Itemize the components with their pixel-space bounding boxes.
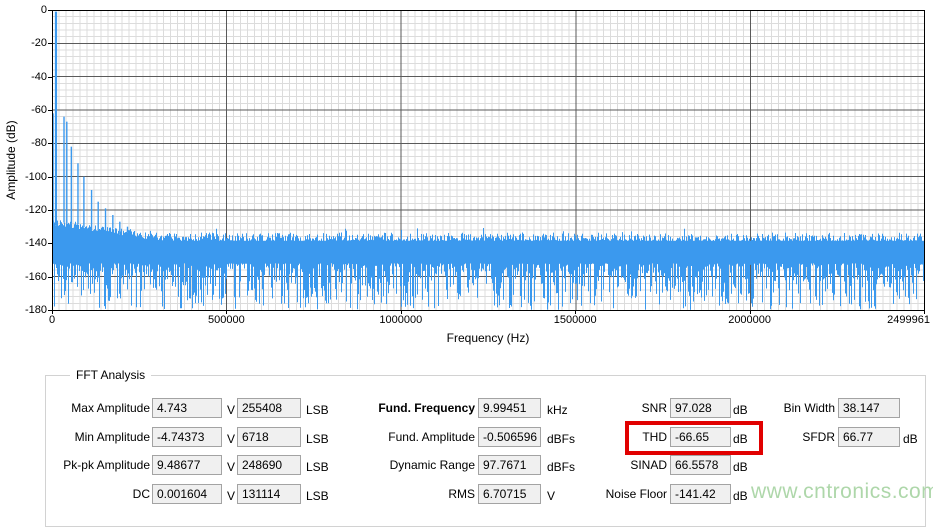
x-tick-label: 1000000 <box>379 314 422 326</box>
y-tick-label: -180 <box>0 304 47 316</box>
y-tick-mark <box>48 210 52 211</box>
y-tick-label: -40 <box>0 71 47 83</box>
rms-label: RMS <box>330 484 475 504</box>
x-tick-mark <box>575 310 576 314</box>
pk-pk-amplitude-field[interactable]: 9.48677 <box>152 455 222 475</box>
y-tick-label: -120 <box>0 204 47 216</box>
x-tick-mark <box>750 310 751 314</box>
thd-field[interactable]: -66.65 <box>670 427 731 447</box>
y-tick-label: 0 <box>0 4 47 16</box>
x-tick-label: 500000 <box>208 314 245 326</box>
x-tick-label: 2499961 <box>887 314 930 326</box>
y-tick-mark <box>48 143 52 144</box>
min-amplitude-unit: LSB <box>306 428 329 448</box>
fund-amplitude-label: Fund. Amplitude <box>330 427 475 447</box>
x-tick-mark <box>52 310 53 314</box>
max-amplitude-unit: LSB <box>306 399 329 419</box>
sinad-unit: dB <box>733 456 748 476</box>
y-tick-label: -60 <box>0 104 47 116</box>
x-tick-mark <box>226 310 227 314</box>
y-tick-mark <box>48 243 52 244</box>
max-amplitude-field[interactable]: 4.743 <box>152 398 222 418</box>
thd-label: THD <box>560 427 667 447</box>
y-tick-mark <box>48 177 52 178</box>
bin-width-label: Bin Width <box>745 398 835 418</box>
max-amplitude-unit: V <box>227 399 235 419</box>
y-tick-label: -100 <box>0 171 47 183</box>
app-window: Amplitude (dB) 0 -20 -40 -60 -80 -100 -120 -140… <box>0 0 933 507</box>
y-tick-mark <box>48 277 52 278</box>
sinad-field[interactable]: 66.5578 <box>670 455 731 475</box>
sfdr-label: SFDR <box>745 427 835 447</box>
y-axis-title: Amplitude (dB) <box>4 120 18 199</box>
min-amplitude-field[interactable]: -4.74373 <box>152 427 222 447</box>
y-tick-label: -80 <box>0 137 47 149</box>
max-amplitude-lsb-field[interactable]: 255408 <box>237 398 301 418</box>
x-tick-label: 2000000 <box>728 314 771 326</box>
y-tick-label: -160 <box>0 271 47 283</box>
rms-unit: V <box>547 485 555 505</box>
bin-width-field[interactable]: 38.147 <box>838 398 900 418</box>
x-tick-label: 0 <box>49 314 55 326</box>
y-tick-mark <box>48 77 52 78</box>
pk-pk-amplitude-unit: V <box>227 456 235 476</box>
dynamic-range-label: Dynamic Range <box>330 455 475 475</box>
dc-unit: V <box>227 485 235 505</box>
x-axis-title: Frequency (Hz) <box>447 331 530 345</box>
snr-field[interactable]: 97.028 <box>670 398 731 418</box>
y-tick-label: -140 <box>0 237 47 249</box>
y-tick-mark <box>48 43 52 44</box>
sfdr-unit: dB <box>903 428 918 448</box>
x-tick-label: 1500000 <box>554 314 597 326</box>
fft-analysis-title: FFT Analysis <box>70 368 151 382</box>
min-amplitude-label: Min Amplitude <box>44 427 150 447</box>
dc-label: DC <box>44 484 150 504</box>
noise-floor-unit: dB <box>733 485 748 505</box>
min-amplitude-lsb-field[interactable]: 6718 <box>237 427 301 447</box>
y-tick-label: -20 <box>0 37 47 49</box>
noise-floor-field[interactable]: -141.42 <box>670 484 731 504</box>
fund-frequency-label: Fund. Frequency <box>330 398 475 418</box>
dc-unit: LSB <box>306 485 329 505</box>
sfdr-field[interactable]: 66.77 <box>838 427 900 447</box>
max-amplitude-label: Max Amplitude <box>44 398 150 418</box>
pk-pk-amplitude-label: Pk-pk Amplitude <box>44 455 150 475</box>
noise-floor-label: Noise Floor <box>560 484 667 504</box>
x-tick-mark <box>401 310 402 314</box>
dc-field[interactable]: 0.001604 <box>152 484 222 504</box>
fund-frequency-field[interactable]: 9.99451 <box>478 398 541 418</box>
y-tick-mark <box>48 10 52 11</box>
watermark: www.cntronics.com <box>751 480 933 504</box>
fund-amplitude-field[interactable]: -0.506596 <box>478 427 541 447</box>
min-amplitude-unit: V <box>227 428 235 448</box>
snr-label: SNR <box>560 398 667 418</box>
pk-pk-amplitude-unit: LSB <box>306 456 329 476</box>
spectrum-plot <box>52 10 925 311</box>
dc-lsb-field[interactable]: 131114 <box>237 484 301 504</box>
y-tick-mark <box>48 110 52 111</box>
x-tick-mark <box>924 310 925 314</box>
rms-field[interactable]: 6.70715 <box>478 484 541 504</box>
pk-pk-amplitude-lsb-field[interactable]: 248690 <box>237 455 301 475</box>
sinad-label: SINAD <box>560 455 667 475</box>
dynamic-range-field[interactable]: 97.7671 <box>478 455 541 475</box>
